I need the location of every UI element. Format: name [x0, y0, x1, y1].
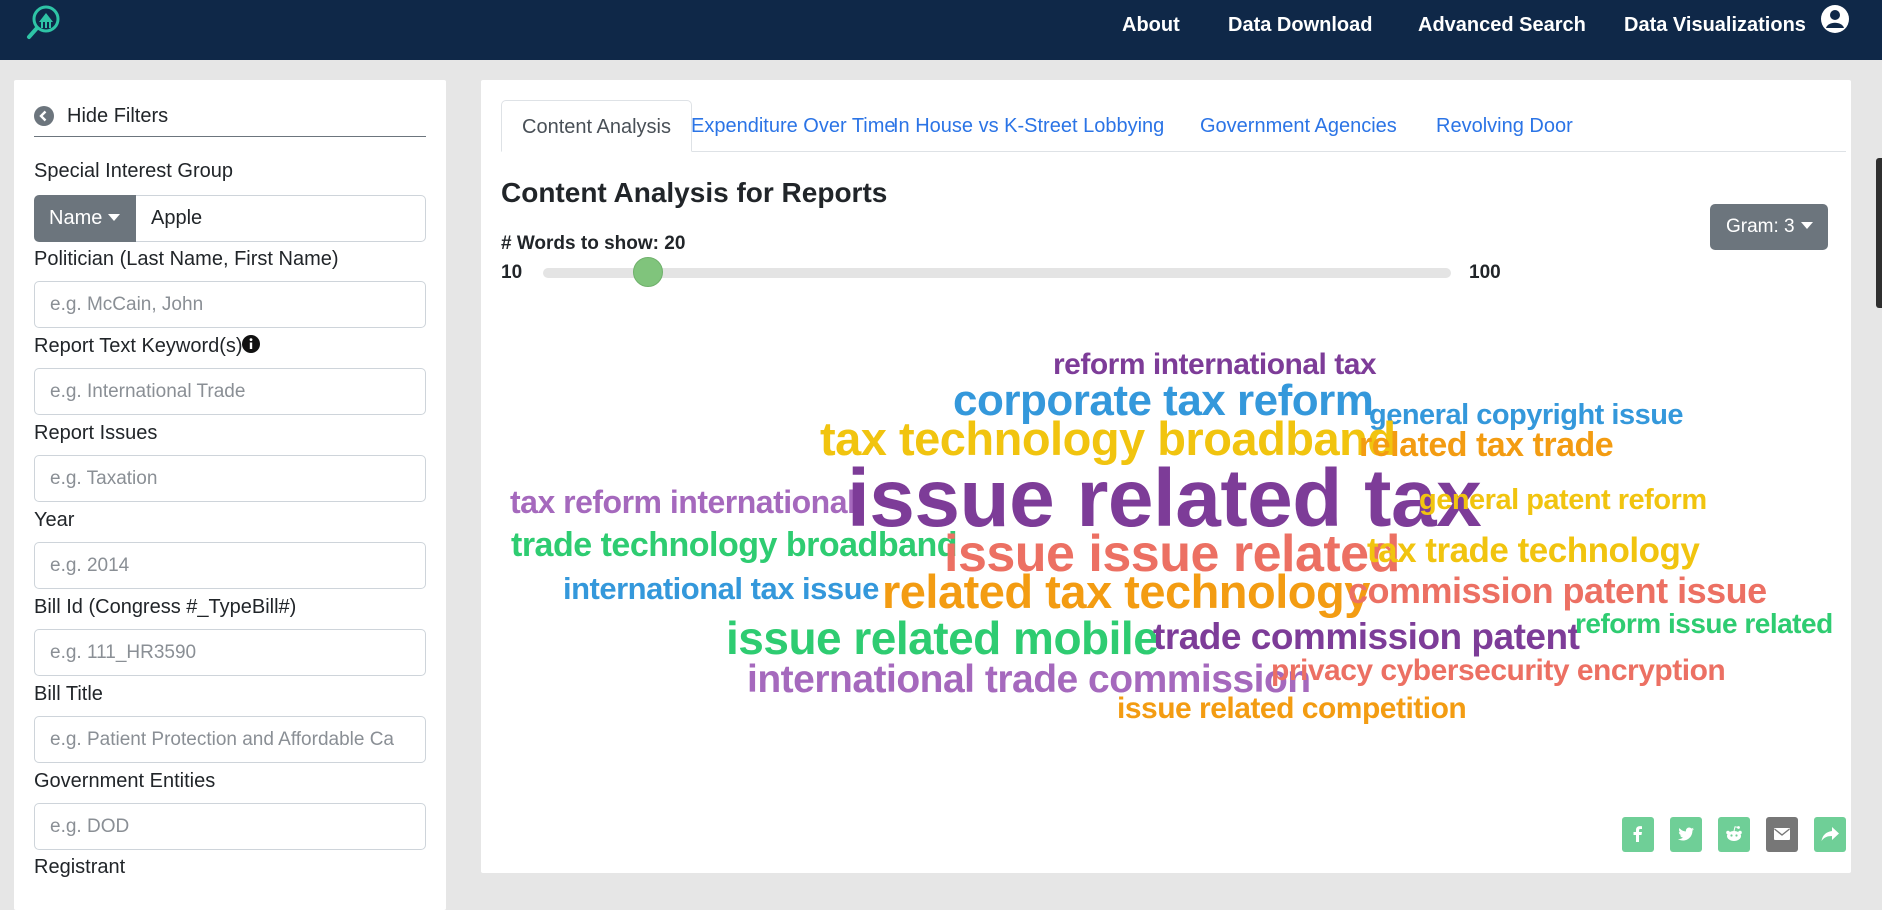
share-twitter-button[interactable] [1670, 817, 1702, 852]
word-cloud-term: commission patent issue [1348, 570, 1767, 611]
word-cloud-term: trade commission patent [1153, 616, 1580, 657]
word-cloud-term: general copyright issue [1369, 399, 1684, 431]
nav-data-download[interactable]: Data Download [1228, 11, 1372, 39]
nav-advanced-search[interactable]: Advanced Search [1418, 11, 1586, 39]
tab-government-agencies[interactable]: Government Agencies [1180, 100, 1417, 152]
slider-min-label: 10 [501, 262, 523, 283]
word-cloud-term: related tax technology [882, 565, 1370, 618]
nav-about[interactable]: About [1122, 11, 1180, 39]
email-icon [1774, 828, 1790, 840]
issues-label: Report Issues [34, 422, 158, 444]
keyword-label: Report Text Keyword(s) [34, 335, 243, 357]
logo-icon[interactable] [26, 4, 62, 40]
bill-id-input[interactable]: e.g. 111_HR3590 [34, 629, 426, 676]
word-cloud-term: privacy cybersecurity encryption [1271, 654, 1726, 687]
gram-dropdown-label: Gram: 3 [1726, 216, 1795, 237]
word-cloud-term: reform issue related [1575, 608, 1833, 639]
caret-down-icon [1800, 222, 1813, 229]
year-label: Year [34, 509, 75, 531]
bill-title-input[interactable]: e.g. Patient Protection and Affordable C… [34, 716, 426, 763]
year-input[interactable]: e.g. 2014 [34, 542, 426, 589]
words-to-show-label: # Words to show: 20 [501, 233, 686, 254]
twitter-icon [1678, 827, 1694, 841]
word-cloud-term: tax reform international [510, 484, 856, 520]
page-title: Content Analysis for Reports [501, 177, 888, 208]
tab-in-house-vs-k-street[interactable]: In House vs K-Street Lobbying [873, 100, 1184, 152]
word-cloud-term: international tax issue [563, 571, 879, 606]
main-panel: Content Analysis Expenditure Over Time I… [481, 80, 1851, 873]
top-navbar: About Data Download Advanced Search Data… [0, 0, 1882, 60]
word-cloud-term: tax trade technology [1367, 531, 1700, 570]
hide-filters-label: Hide Filters [67, 105, 169, 127]
issues-input[interactable]: e.g. Taxation [34, 455, 426, 502]
chevron-left-circle-icon [34, 106, 54, 126]
word-cloud-term: issue issue related [944, 525, 1400, 583]
scrollbar-edge[interactable] [1876, 158, 1882, 308]
caret-down-icon [108, 214, 121, 221]
word-cloud-term: related tax trade [1359, 426, 1614, 464]
user-account-icon[interactable] [1820, 4, 1850, 34]
special-interest-input[interactable]: Apple [136, 195, 426, 242]
filters-sidebar: Hide Filters Special Interest Group Name… [14, 80, 446, 910]
name-dropdown-label: Name [49, 207, 103, 229]
share-reddit-button[interactable] [1718, 817, 1750, 852]
special-interest-label: Special Interest Group [34, 160, 233, 182]
word-cloud-term: international trade commission [747, 658, 1311, 701]
word-cloud-term: general patent reform [1419, 484, 1707, 516]
word-cloud-term: reform international tax [1053, 348, 1377, 381]
gram-dropdown-button[interactable]: Gram: 3 [1710, 204, 1828, 250]
share-email-button[interactable] [1766, 817, 1798, 852]
registrant-label: Registrant [34, 856, 126, 878]
facebook-icon [1633, 826, 1642, 842]
politician-label: Politician (Last Name, First Name) [34, 248, 339, 270]
words-slider-handle[interactable] [632, 257, 663, 287]
name-dropdown-button[interactable]: Name [34, 195, 136, 242]
slider-max-label: 100 [1469, 262, 1501, 283]
info-icon[interactable] [241, 334, 261, 354]
word-cloud-term: issue related competition [1117, 692, 1467, 725]
tab-content-analysis[interactable]: Content Analysis [501, 100, 692, 152]
bill-title-label: Bill Title [34, 683, 103, 705]
share-facebook-button[interactable] [1622, 817, 1654, 852]
gov-entities-label: Government Entities [34, 770, 216, 792]
tab-revolving-door[interactable]: Revolving Door [1416, 100, 1593, 152]
share-link-button[interactable] [1814, 817, 1846, 852]
word-cloud-term: issue related tax [847, 453, 1482, 544]
nav-data-visualizations[interactable]: Data Visualizations [1624, 11, 1806, 39]
word-cloud-term: trade technology broadband [511, 526, 958, 564]
words-slider-track[interactable] [543, 268, 1451, 278]
share-icon [1821, 827, 1839, 841]
reddit-icon [1726, 826, 1742, 841]
keyword-input[interactable]: e.g. International Trade [34, 368, 426, 415]
bill-id-label: Bill Id (Congress #_TypeBill#) [34, 596, 297, 618]
hide-filters-toggle[interactable]: Hide Filters [34, 104, 426, 137]
word-cloud-term: tax technology broadband [820, 412, 1396, 465]
word-cloud-term: issue related mobile [726, 612, 1159, 664]
politician-input[interactable]: e.g. McCain, John [34, 281, 426, 328]
gov-entities-input[interactable]: e.g. DOD [34, 803, 426, 850]
word-cloud-term: corporate tax reform [953, 376, 1374, 425]
